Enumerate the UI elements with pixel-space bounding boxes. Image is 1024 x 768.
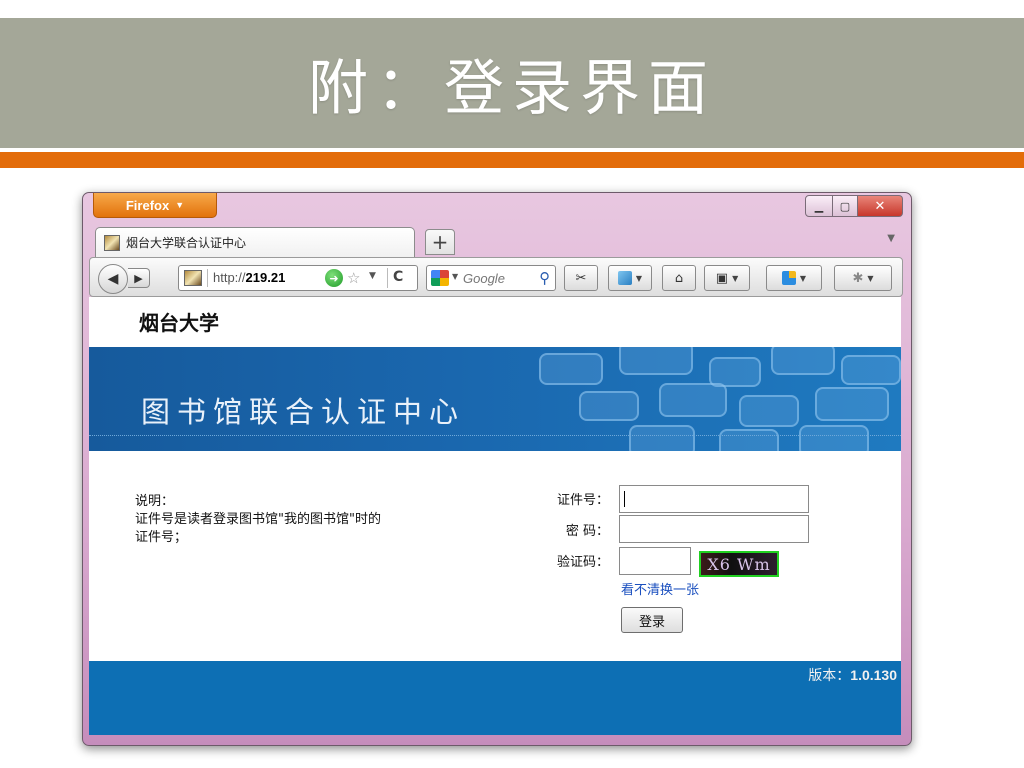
version-number: 1.0.130 — [850, 667, 897, 683]
firefox-menu-label: Firefox — [125, 197, 170, 213]
captcha-label: 验证码： — [556, 555, 609, 570]
text-caret — [624, 491, 625, 507]
close-button[interactable]: ✕ — [858, 195, 903, 217]
slide-header: 附：登录界面 — [0, 18, 1024, 148]
banner-tile — [815, 387, 889, 421]
web-page: 烟台大学 图书馆联合认证中心 说明： 证件号是读者登录图书馆"我的图书馆"时的 … — [89, 297, 901, 735]
search-engine-dropdown[interactable]: ▼ — [452, 272, 458, 281]
new-tab-button[interactable]: + — [425, 229, 455, 255]
page-footer: 版本：1.0.130 — [89, 661, 901, 735]
minimize-icon: ▁ — [814, 199, 824, 213]
minimize-button[interactable]: ▁ — [805, 195, 833, 217]
navigation-toolbar: ◀ ▶ http://219.21 ➜ ☆ ▼ C ▼ Google ⚲ ✂ ▼… — [89, 257, 903, 297]
banner: 图书馆联合认证中心 — [89, 347, 901, 451]
description: 说明： 证件号是读者登录图书馆"我的图书馆"时的 证件号； — [135, 493, 475, 547]
firefox-menu-button[interactable]: Firefox ▼ — [93, 193, 217, 218]
version-label: 版本： — [808, 668, 851, 684]
arrow-right-icon: ▶ — [134, 271, 143, 285]
screenshot-button[interactable]: ✂ — [564, 265, 598, 291]
chevron-down-icon: ▼ — [175, 200, 185, 210]
url-history-dropdown[interactable]: ▼ — [369, 271, 376, 281]
apps-icon — [781, 271, 796, 285]
banner-tile — [841, 355, 901, 385]
chevron-down-icon: ▼ — [799, 273, 807, 283]
chevron-down-icon: ▼ — [635, 273, 643, 283]
banner-tile — [619, 347, 693, 375]
url-host: 219.21 — [245, 270, 286, 285]
chevron-down-icon: ▼ — [452, 272, 459, 281]
bookmarks-icon: ▣ — [715, 270, 729, 286]
captcha-image[interactable]: X6 Wm — [699, 551, 779, 577]
tab-list-button[interactable]: ▼ — [887, 233, 895, 244]
search-placeholder: Google — [463, 271, 505, 286]
banner-tile — [771, 347, 835, 375]
banner-tile — [659, 383, 727, 417]
window-controls: ▁ ▢ ✕ — [805, 195, 903, 217]
description-line: 证件号是读者登录图书馆"我的图书馆"时的 — [135, 512, 381, 527]
maximize-icon: ▢ — [839, 199, 851, 213]
version-info: 版本：1.0.130 — [808, 665, 897, 685]
id-number-input[interactable] — [619, 485, 809, 513]
description-line: 证件号； — [135, 530, 188, 545]
captcha-input[interactable] — [619, 547, 691, 575]
password-input[interactable] — [619, 515, 809, 543]
google-icon[interactable] — [431, 270, 449, 286]
slide-title: 附：登录界面 — [308, 53, 716, 124]
chevron-down-icon: ▼ — [369, 271, 376, 281]
bookmark-star-icon[interactable]: ☆ — [347, 269, 360, 287]
chevron-down-icon: ▼ — [867, 273, 874, 283]
tab-title: 烟台大学联合认证中心 — [126, 236, 247, 250]
search-bar[interactable]: ▼ Google ⚲ — [426, 265, 556, 291]
banner-tile — [539, 353, 603, 385]
banner-tile — [579, 391, 639, 421]
chevron-down-icon: ▼ — [887, 233, 895, 244]
arrow-left-icon: ◀ — [107, 271, 119, 287]
addon-icon — [617, 271, 632, 285]
banner-tile — [629, 425, 695, 451]
banner-tile — [739, 395, 799, 427]
site-identity-icon — [184, 270, 202, 286]
password-label: 密 码： — [565, 524, 609, 539]
addon-button[interactable]: ▼ — [608, 265, 652, 291]
puzzle-icon: ✱ — [852, 270, 864, 286]
browser-window: Firefox ▼ ▁ ▢ ✕ 烟台大学联合认证中心 + ▼ ◀ ▶ http:… — [82, 192, 912, 746]
url-text: http://219.21 — [213, 270, 285, 285]
go-button[interactable]: ➜ — [325, 269, 343, 287]
favicon-icon — [104, 234, 120, 251]
banner-title: 图书馆联合认证中心 — [141, 395, 466, 429]
go-arrow-icon: ➜ — [329, 271, 339, 285]
url-bar[interactable]: http://219.21 ➜ ☆ ▼ C — [178, 265, 418, 291]
home-button[interactable]: ⌂ — [662, 265, 696, 291]
login-button[interactable]: 登录 — [621, 607, 683, 633]
url-prefix: http:// — [213, 270, 246, 285]
banner-tile — [719, 429, 779, 451]
back-button[interactable]: ◀ — [98, 264, 128, 294]
close-icon: ✕ — [874, 198, 886, 214]
slide-divider-orange — [0, 152, 1024, 168]
scissors-icon: ✂ — [575, 270, 587, 286]
chevron-down-icon: ▼ — [732, 273, 739, 283]
refresh-captcha-link[interactable]: 看不清换一张 — [621, 579, 699, 598]
banner-tile — [799, 425, 869, 451]
bookmarks-button[interactable]: ▣ ▼ — [704, 265, 750, 291]
extension-button[interactable]: ✱ ▼ — [834, 265, 892, 291]
plus-icon: + — [431, 230, 449, 254]
maximize-button[interactable]: ▢ — [833, 195, 858, 217]
home-icon: ⌂ — [674, 270, 684, 286]
description-heading: 说明： — [135, 494, 175, 509]
university-name: 烟台大学 — [139, 311, 219, 335]
captcha-text: X6 Wm — [707, 554, 771, 574]
url-separator — [387, 268, 388, 288]
id-number-label: 证件号： — [556, 493, 609, 508]
url-separator — [207, 269, 208, 287]
search-icon[interactable]: ⚲ — [539, 269, 550, 287]
reload-icon[interactable]: C — [393, 269, 403, 285]
tab-active[interactable]: 烟台大学联合认证中心 — [95, 227, 415, 257]
apps-button[interactable]: ▼ — [766, 265, 822, 291]
banner-divider — [89, 435, 901, 436]
forward-button[interactable]: ▶ — [128, 268, 150, 288]
